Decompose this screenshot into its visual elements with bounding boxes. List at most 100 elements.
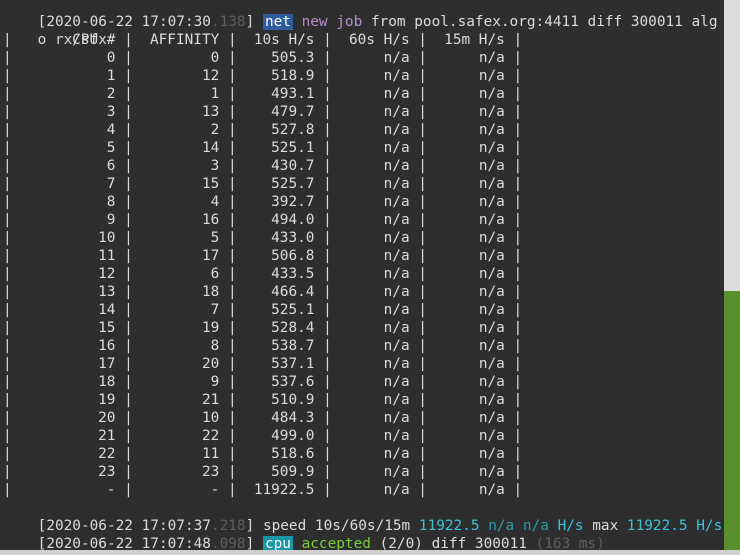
prompt-line[interactable] <box>3 535 46 550</box>
cell-cpu: 18 <box>98 374 116 390</box>
column-separator: | <box>314 266 332 282</box>
cell-affinity: 11 <box>201 446 220 462</box>
column-separator: | <box>3 356 12 372</box>
timestamp-bracket: ] <box>245 14 255 30</box>
cell-hs10: 11922.5 <box>253 482 315 498</box>
cell-cpu: 19 <box>98 392 116 408</box>
column-separator: | <box>504 446 523 462</box>
cell-affinity: 23 <box>201 464 220 480</box>
column-separator: | <box>219 176 237 192</box>
timestamp-ms: .098 <box>210 536 246 550</box>
cell-hs60: n/a <box>383 284 410 300</box>
table-row: | 20 | 10 | 484.3 | n/a | n/a | <box>3 409 522 427</box>
column-separator: | <box>409 68 427 84</box>
cell-hs15: n/a <box>478 464 505 480</box>
cell-cpu: 2 <box>106 86 116 102</box>
cell-affinity: 17 <box>201 248 220 264</box>
column-separator: | <box>409 122 427 138</box>
table-row: | 2 | 1 | 493.1 | n/a | n/a | <box>3 85 522 103</box>
cell-hs10: 506.8 <box>271 248 315 264</box>
cell-hs10: 525.7 <box>271 176 315 192</box>
cell-hs60: n/a <box>383 194 410 210</box>
column-separator: | <box>3 428 12 444</box>
column-separator: | <box>219 212 237 228</box>
column-separator: | <box>409 446 427 462</box>
timestamp-bracket: ] <box>245 536 255 550</box>
cell-hs60: n/a <box>383 50 410 66</box>
column-separator: | <box>314 392 332 408</box>
column-separator: | <box>219 86 237 102</box>
column-separator: | <box>314 194 332 210</box>
cell-hs15: n/a <box>478 104 505 120</box>
table-row: | 15 | 19 | 528.4 | n/a | n/a | <box>3 319 522 337</box>
table-row: | 10 | 5 | 433.0 | n/a | n/a | <box>3 229 522 247</box>
cell-affinity: 4 <box>210 194 220 210</box>
column-separator: | <box>314 482 332 498</box>
cell-hs60: n/a <box>383 446 410 462</box>
cell-affinity: 7 <box>210 302 220 318</box>
column-separator: | <box>409 266 427 282</box>
column-separator: | <box>504 194 523 210</box>
cell-affinity: 10 <box>201 410 220 426</box>
max-value: 11922.5 <box>626 518 688 534</box>
column-separator: | <box>504 374 523 390</box>
cell-hs60: n/a <box>383 428 410 444</box>
log-line-speed: [2020-06-22 17:07:37.218] speed 10s/60s/… <box>3 499 723 534</box>
cell-cpu: 23 <box>98 464 116 480</box>
cell-affinity: 1 <box>210 86 220 102</box>
cell-hs15: n/a <box>478 482 505 498</box>
new-job-text: new job <box>301 14 363 30</box>
cell-hs60: n/a <box>383 392 410 408</box>
timestamp-ms: .138 <box>210 14 246 30</box>
column-separator: | <box>219 32 237 48</box>
column-separator: | <box>3 194 12 210</box>
cell-affinity: 2 <box>210 122 220 138</box>
column-separator: | <box>219 464 237 480</box>
column-separator: | <box>219 140 237 156</box>
cell-affinity: 14 <box>201 140 220 156</box>
column-separator: | <box>219 50 237 66</box>
column-separator: | <box>3 158 12 174</box>
cell-hs15: n/a <box>478 392 505 408</box>
cell-hs10: 505.3 <box>271 50 315 66</box>
cell-hs60: n/a <box>383 320 410 336</box>
column-separator: | <box>219 248 237 264</box>
cell-hs15: n/a <box>478 194 505 210</box>
cell-hs10: 479.7 <box>271 104 315 120</box>
cell-hs10: 433.0 <box>271 230 315 246</box>
cell-affinity: 6 <box>210 266 220 282</box>
column-separator: | <box>3 122 12 138</box>
cell-hs15: n/a <box>478 122 505 138</box>
cell-hs10: 527.8 <box>271 122 315 138</box>
cell-hs60: n/a <box>383 212 410 228</box>
cell-hs15: n/a <box>478 158 505 174</box>
cell-affinity: 8 <box>210 338 220 354</box>
column-separator: | <box>409 482 427 498</box>
log-line-new-job: [2020-06-22 17:07:30.138] net new job fr… <box>3 0 718 30</box>
table-header-row: | CPU # | AFFINITY | 10s H/s | 60s H/s | 15m … <box>3 31 522 49</box>
cell-hs10: 518.9 <box>271 68 315 84</box>
column-separator: | <box>115 392 133 408</box>
column-separator: | <box>3 176 12 192</box>
cell-cpu: 22 <box>98 446 116 462</box>
column-separator: | <box>3 464 12 480</box>
column-separator: | <box>409 284 427 300</box>
cell-hs10: 525.1 <box>271 140 315 156</box>
column-separator: | <box>314 428 332 444</box>
terminal-window[interactable]: [2020-06-22 17:07:30.138] net new job fr… <box>0 0 724 550</box>
column-separator: | <box>219 410 237 426</box>
column-separator: | <box>115 230 133 246</box>
column-separator: | <box>115 104 133 120</box>
cell-cpu: 15 <box>98 320 116 336</box>
column-separator: | <box>314 50 332 66</box>
column-separator: | <box>409 320 427 336</box>
scrollbar-thumb[interactable] <box>724 291 740 550</box>
column-separator: | <box>314 140 332 156</box>
cell-hs10: 525.1 <box>271 302 315 318</box>
column-separator: | <box>504 32 523 48</box>
cell-cpu: 0 <box>106 50 116 66</box>
cell-affinity: 20 <box>201 356 220 372</box>
cell-hs60: n/a <box>383 68 410 84</box>
column-separator: | <box>409 140 427 156</box>
column-separator: | <box>115 266 133 282</box>
